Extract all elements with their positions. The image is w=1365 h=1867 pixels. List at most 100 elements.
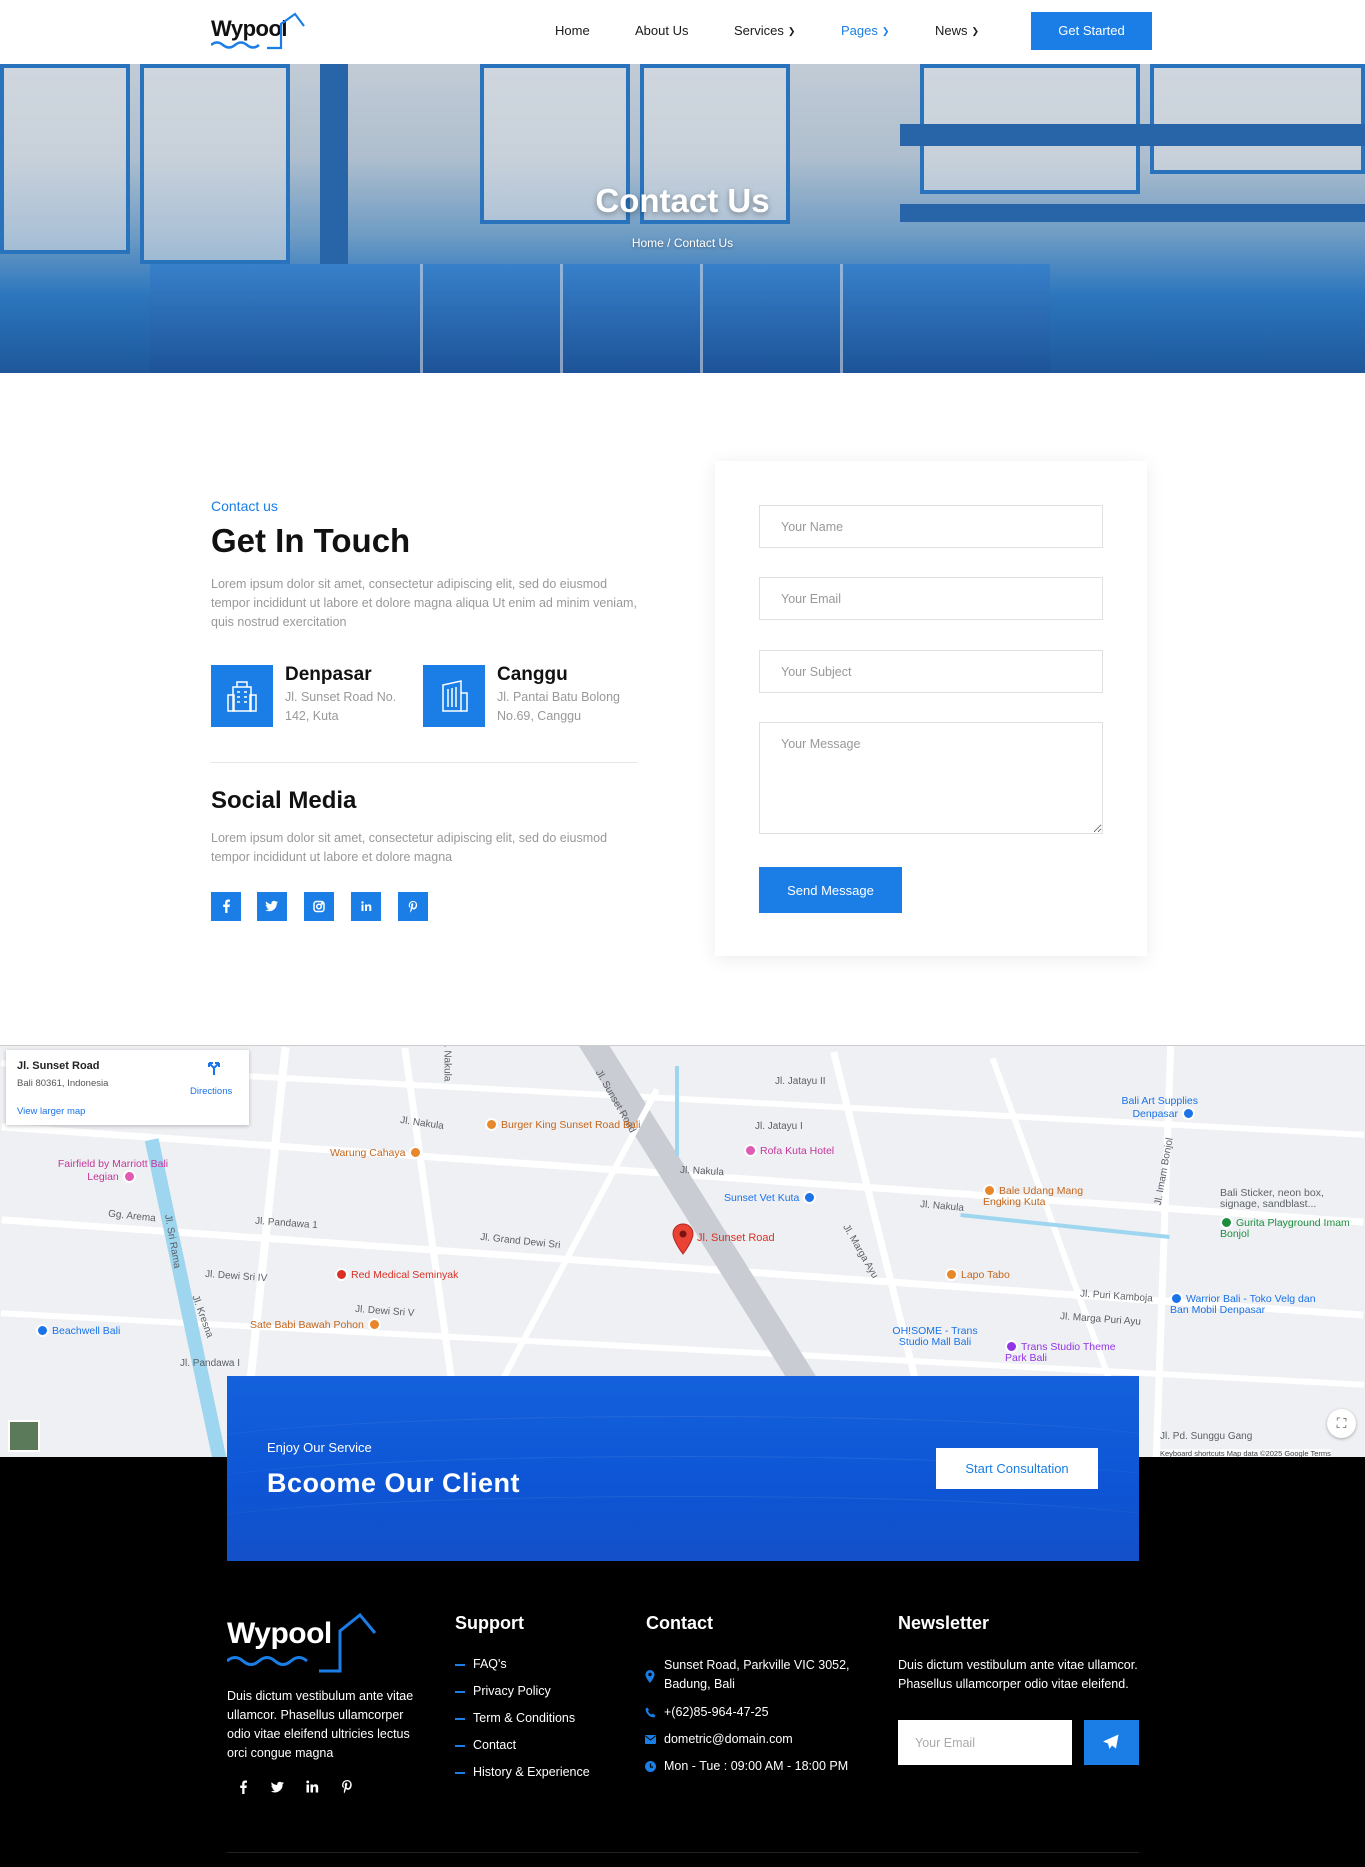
- clock-icon: [645, 1761, 656, 1772]
- site-logo[interactable]: Wypool: [211, 12, 311, 52]
- map-place[interactable]: Bali Art Supplies Denpasar: [1078, 1096, 1198, 1120]
- social-media-title: Social Media: [211, 787, 357, 814]
- start-consultation-button[interactable]: Start Consultation: [936, 1448, 1098, 1489]
- subject-input[interactable]: [759, 650, 1103, 693]
- map-street-label: Jl. Puri Kamboja: [1079, 1288, 1154, 1305]
- footer-link[interactable]: Contact: [454, 1738, 516, 1752]
- office-building-icon: [423, 665, 485, 727]
- map-place[interactable]: Red Medical Seminyak: [335, 1268, 458, 1281]
- hotel-icon: [744, 1144, 757, 1157]
- map-place[interactable]: Bali Sticker, neon box, signage, sandbla…: [1220, 1188, 1360, 1210]
- facebook-icon[interactable]: [237, 1780, 249, 1794]
- contact-email[interactable]: dometric@domain.com: [664, 1730, 864, 1749]
- view-larger-map-link[interactable]: View larger map: [17, 1106, 85, 1117]
- footer-link[interactable]: FAQ's: [455, 1657, 507, 1671]
- map-street-label: Jl. Pandawa I: [180, 1358, 241, 1369]
- map-place[interactable]: OH!SOME - Trans Studio Mall Bali: [880, 1326, 990, 1348]
- location-name: Denpasar: [285, 664, 372, 685]
- map-place-label: Red Medical Seminyak: [351, 1269, 459, 1281]
- name-input[interactable]: [759, 505, 1103, 548]
- directions-icon[interactable]: [206, 1060, 222, 1076]
- footer-link[interactable]: Privacy Policy: [455, 1684, 551, 1698]
- map-place[interactable]: Trans Studio Theme Park Bali: [1005, 1340, 1125, 1364]
- newsletter-email-input[interactable]: [898, 1720, 1072, 1765]
- send-icon: [1103, 1734, 1119, 1749]
- contact-address: Sunset Road, Parkville VIC 3052, Badung,…: [664, 1658, 850, 1691]
- map-place[interactable]: Sate Babi Bawah Pohon: [250, 1318, 384, 1331]
- email-input[interactable]: [759, 577, 1103, 620]
- linkedin-icon[interactable]: [306, 1780, 319, 1793]
- pinterest-icon[interactable]: [398, 892, 428, 921]
- map-place[interactable]: Beachwell Bali: [36, 1324, 120, 1337]
- nav-news-label: News: [935, 23, 968, 38]
- building-icon: [211, 665, 273, 727]
- map-street-label: Jl. Jatayu II: [775, 1076, 826, 1087]
- phone-icon: [645, 1707, 656, 1718]
- social-media-text: Lorem ipsum dolor sit amet, consectetur …: [211, 831, 608, 864]
- map-place[interactable]: Rofa Kuta Hotel: [744, 1144, 834, 1157]
- map-pin-icon[interactable]: [672, 1223, 694, 1255]
- contact-heading: Contact: [646, 1613, 713, 1633]
- send-message-button[interactable]: Send Message: [759, 867, 902, 913]
- nav-about[interactable]: About Us: [635, 23, 688, 38]
- vet-icon: [803, 1191, 817, 1204]
- page-title: Contact Us: [595, 182, 770, 219]
- map-street-label: Jl. Pd. Sunggu Gang: [1160, 1431, 1253, 1442]
- map-place[interactable]: Fairfield by Marriott Bali Legian: [48, 1159, 178, 1183]
- map-place[interactable]: Warrior Bali - Toko Velg dan Ban Mobil D…: [1170, 1292, 1320, 1316]
- map-place[interactable]: Bale Udang Mang Engking Kuta: [983, 1184, 1113, 1208]
- instagram-icon[interactable]: [304, 892, 334, 921]
- map-place[interactable]: Warung Cahaya: [330, 1146, 425, 1159]
- twitter-icon[interactable]: [257, 892, 287, 921]
- map-place-label: Lapo Tabo: [961, 1269, 1010, 1281]
- map-street-label: Jl. Nakula: [679, 1164, 725, 1179]
- newsletter-submit-button[interactable]: [1084, 1720, 1139, 1765]
- map-place-label: Fairfield by Marriott Bali Legian: [57, 1158, 169, 1183]
- shop-icon: [1182, 1107, 1195, 1120]
- location-address: Jl. Pantai Batu Bolong No.69, Canggu: [497, 690, 620, 723]
- nav-pages[interactable]: Pages ❯: [841, 23, 889, 38]
- location-icon: [645, 1670, 655, 1683]
- restaurant-icon: [367, 1318, 381, 1331]
- map-place[interactable]: Gurita Playground Imam Bonjol: [1220, 1216, 1360, 1240]
- contact-phone[interactable]: +(62)85-964-47-25: [664, 1703, 864, 1722]
- map-place-label: Bali Sticker, neon box, signage, sandbla…: [1220, 1187, 1324, 1210]
- map-canal: [675, 1066, 679, 1156]
- facebook-icon[interactable]: [211, 892, 241, 921]
- map-place[interactable]: Burger King Sunset Road Bali: [485, 1118, 641, 1131]
- map-place-label: Warrior Bali - Toko Velg dan Ban Mobil D…: [1170, 1293, 1316, 1316]
- footer-link[interactable]: Term & Conditions: [454, 1711, 575, 1725]
- pinterest-icon[interactable]: [341, 1780, 353, 1794]
- footer-divider: [227, 1852, 1139, 1853]
- nav-services[interactable]: Services ❯: [734, 23, 795, 38]
- map-place-label: Rofa Kuta Hotel: [760, 1145, 835, 1157]
- map-card-title: Jl. Sunset Road: [17, 1060, 100, 1072]
- contact-title: Get In Touch: [211, 522, 411, 559]
- map-street-label: Jl. Nakula: [441, 1045, 453, 1082]
- message-textarea[interactable]: [759, 722, 1103, 834]
- footer-logo-wave-icon: [227, 1613, 377, 1673]
- contact-intro: Lorem ipsum dolor sit amet, consectetur …: [211, 577, 637, 629]
- fullscreen-icon[interactable]: ⛶: [1327, 1409, 1356, 1438]
- map-place[interactable]: Sunset Vet Kuta: [724, 1191, 819, 1204]
- medical-icon: [335, 1268, 348, 1281]
- breadcrumb[interactable]: Home / Contact Us: [0, 236, 1365, 250]
- map-satellite-toggle[interactable]: [8, 1420, 40, 1452]
- map-place[interactable]: Lapo Tabo: [945, 1268, 1010, 1281]
- page-hero: Contact Us Home / Contact Us: [0, 64, 1365, 373]
- map-place-label: Beachwell Bali: [52, 1325, 121, 1337]
- contact-form: Send Message: [715, 461, 1147, 956]
- linkedin-icon[interactable]: [351, 892, 381, 921]
- nav-news[interactable]: News ❯: [935, 23, 979, 38]
- map-card-subtitle: Bali 80361, Indonesia: [17, 1078, 109, 1089]
- twitter-icon[interactable]: [270, 1780, 284, 1794]
- nav-home[interactable]: Home: [555, 23, 590, 38]
- get-started-button[interactable]: Get Started: [1031, 12, 1152, 50]
- cta-wave: [227, 1496, 1139, 1556]
- contact-hours: Mon - Tue : 09:00 AM - 18:00 PM: [664, 1759, 849, 1773]
- chevron-down-icon: ❯: [971, 26, 980, 36]
- footer-link[interactable]: History & Experience: [455, 1765, 590, 1779]
- directions-link[interactable]: Directions: [190, 1086, 232, 1097]
- map-street-label: Jl. Grand Dewi Sri: [479, 1231, 561, 1252]
- chevron-down-icon: ❯: [787, 26, 796, 36]
